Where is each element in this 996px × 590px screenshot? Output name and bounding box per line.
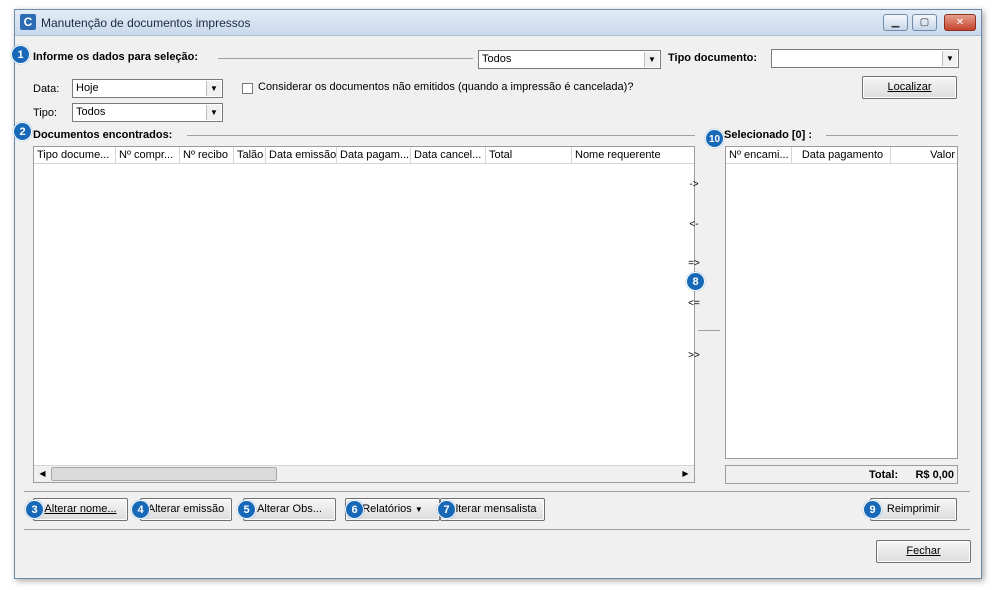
alterar-emissao-button[interactable]: Alterar emissão bbox=[140, 498, 232, 521]
data-select-value: Hoje bbox=[76, 82, 99, 94]
nao-emitidos-checkbox[interactable] bbox=[242, 83, 253, 94]
selected-documents-table[interactable]: Nº encami... Data pagamento Valor bbox=[725, 146, 958, 459]
column-header[interactable]: Tipo docume... bbox=[34, 147, 116, 164]
status-select-value: Todos bbox=[482, 53, 512, 65]
selected-table-header: Nº encami... Data pagamento Valor bbox=[726, 147, 957, 164]
alterar-obs-label: Alterar Obs... bbox=[257, 503, 322, 515]
chevron-down-icon: ▼ bbox=[644, 52, 659, 67]
badge-9: 9 bbox=[863, 500, 882, 519]
app-icon: C bbox=[20, 14, 36, 30]
found-table-header: Tipo docume... Nº compr... Nº recibo Tal… bbox=[34, 147, 694, 164]
column-header[interactable]: Data pagam... bbox=[337, 147, 411, 164]
alterar-nome-button[interactable]: Alterar nome... bbox=[33, 498, 128, 521]
title-bar: C Manutenção de documentos impressos ▁ ▢… bbox=[15, 10, 981, 36]
badge-4: 4 bbox=[131, 500, 150, 519]
badge-6: 6 bbox=[345, 500, 364, 519]
column-header[interactable]: Data emissão bbox=[266, 147, 337, 164]
badge-2: 2 bbox=[13, 122, 32, 141]
minimize-button[interactable]: ▁ bbox=[883, 14, 908, 31]
total-label: Total: bbox=[869, 469, 899, 481]
column-header[interactable]: Total bbox=[486, 147, 572, 164]
column-header[interactable]: Nº compr... bbox=[116, 147, 180, 164]
selected-section-label: Selecionado [0] : bbox=[724, 129, 813, 141]
alterar-obs-button[interactable]: Alterar Obs... bbox=[243, 498, 336, 521]
selected-divider bbox=[826, 135, 958, 136]
horizontal-scrollbar[interactable]: ◀ ▶ bbox=[34, 465, 694, 482]
found-divider bbox=[187, 135, 695, 136]
close-button[interactable]: ✕ bbox=[944, 14, 976, 31]
column-header[interactable]: Nº encami... bbox=[726, 147, 792, 164]
scroll-thumb[interactable] bbox=[51, 467, 277, 481]
found-documents-table[interactable]: Tipo docume... Nº compr... Nº recibo Tal… bbox=[33, 146, 695, 483]
tipo-documento-select[interactable]: ▼ bbox=[771, 49, 959, 68]
actions-divider-top bbox=[24, 491, 970, 492]
status-select[interactable]: Todos ▼ bbox=[478, 50, 661, 69]
scroll-right-icon[interactable]: ▶ bbox=[677, 466, 694, 482]
fechar-label: Fechar bbox=[906, 545, 941, 557]
selection-divider bbox=[218, 58, 473, 59]
move-all-button[interactable]: >> bbox=[680, 350, 708, 361]
move-right-button[interactable]: -> bbox=[680, 179, 708, 190]
move-all-left-button[interactable]: <= bbox=[680, 298, 708, 309]
window-title: Manutenção de documentos impressos bbox=[41, 16, 251, 30]
localizar-label: Localizar bbox=[887, 81, 932, 93]
alterar-nome-label: Alterar nome... bbox=[44, 503, 117, 515]
badge-5: 5 bbox=[237, 500, 256, 519]
selection-section-label: Informe os dados para seleção: bbox=[33, 51, 199, 63]
localizar-button[interactable]: Localizar bbox=[862, 76, 957, 99]
found-section-label: Documentos encontrados: bbox=[33, 129, 173, 141]
column-header[interactable]: Nome requerente bbox=[572, 147, 694, 164]
column-header[interactable]: Data pagamento bbox=[792, 147, 891, 164]
badge-8: 8 bbox=[686, 272, 705, 291]
tipo-label: Tipo: bbox=[33, 107, 58, 119]
badge-1: 1 bbox=[11, 45, 30, 64]
tipo-select-value: Todos bbox=[76, 106, 106, 118]
fechar-button[interactable]: Fechar bbox=[876, 540, 971, 563]
chevron-down-icon: ▼ bbox=[942, 51, 957, 66]
tipo-select[interactable]: Todos ▼ bbox=[72, 103, 223, 122]
data-select[interactable]: Hoje ▼ bbox=[72, 79, 223, 98]
move-all-right-button[interactable]: => bbox=[680, 258, 708, 269]
relatorios-label: Relatórios bbox=[362, 503, 412, 515]
data-label: Data: bbox=[33, 83, 60, 95]
total-box: Total: R$ 0,00 bbox=[725, 465, 958, 484]
column-header[interactable]: Data cancel... bbox=[411, 147, 486, 164]
badge-3: 3 bbox=[25, 500, 44, 519]
badge-7: 7 bbox=[437, 500, 456, 519]
nao-emitidos-label: Considerar os documentos não emitidos (q… bbox=[258, 81, 634, 93]
column-header[interactable]: Valor bbox=[891, 147, 958, 164]
dropdown-arrow-icon: ▼ bbox=[414, 505, 423, 514]
badge-10: 10 bbox=[705, 129, 724, 148]
reimprimir-button[interactable]: Reimprimir bbox=[870, 498, 957, 521]
actions-divider-bottom bbox=[24, 529, 970, 530]
scroll-left-icon[interactable]: ◀ bbox=[34, 466, 51, 482]
chevron-down-icon: ▼ bbox=[206, 81, 221, 96]
tipo-documento-label: Tipo documento: bbox=[668, 52, 758, 64]
chevron-down-icon: ▼ bbox=[206, 105, 221, 120]
total-value: R$ 0,00 bbox=[915, 469, 954, 481]
move-left-button[interactable]: <- bbox=[680, 219, 708, 230]
column-header[interactable]: Talão bbox=[234, 147, 266, 164]
column-header[interactable]: Nº recibo bbox=[180, 147, 234, 164]
restore-button[interactable]: ▢ bbox=[912, 14, 937, 31]
move-divider bbox=[698, 330, 720, 331]
